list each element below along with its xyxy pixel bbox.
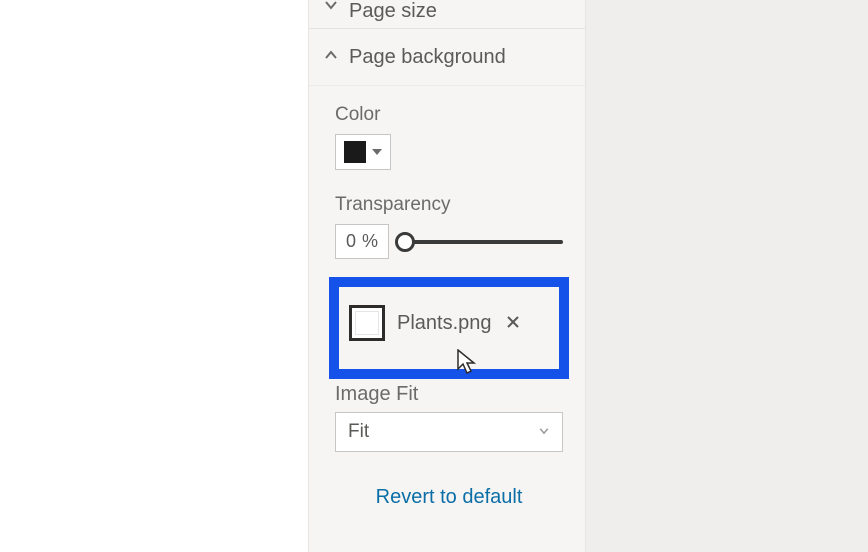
image-fit-label: Image Fit xyxy=(335,383,563,406)
transparency-label: Transparency xyxy=(335,194,563,216)
image-file-row[interactable]: Plants.png xyxy=(329,277,569,379)
section-header-page-background[interactable]: Page background xyxy=(309,29,585,86)
section-body-page-background: Color Transparency 0 % xyxy=(309,86,585,529)
section-title-page-size: Page size xyxy=(349,0,437,23)
right-empty-area xyxy=(586,0,868,552)
transparency-input[interactable]: 0 % xyxy=(335,224,389,259)
chevron-down-icon xyxy=(323,0,339,19)
transparency-value: 0 xyxy=(346,231,356,252)
remove-image-button[interactable] xyxy=(506,313,520,334)
color-picker[interactable] xyxy=(335,134,391,170)
transparency-slider[interactable] xyxy=(403,232,563,252)
section-header-page-size[interactable]: Page size xyxy=(309,0,585,29)
chevron-down-icon xyxy=(538,421,550,443)
slider-thumb[interactable] xyxy=(395,232,415,252)
slider-track xyxy=(403,240,563,244)
image-fit-select[interactable]: Fit xyxy=(335,412,563,452)
chevron-up-icon xyxy=(323,46,339,69)
color-label: Color xyxy=(335,104,563,126)
image-fit-value: Fit xyxy=(348,421,369,443)
format-pane: Page size Page background Color Transpar… xyxy=(308,0,586,552)
image-thumbnail-icon xyxy=(349,305,385,341)
revert-to-default-link[interactable]: Revert to default xyxy=(335,486,563,519)
transparency-unit: % xyxy=(362,231,378,252)
caret-down-icon xyxy=(372,149,382,155)
color-swatch xyxy=(344,141,366,163)
image-file-name: Plants.png xyxy=(397,312,492,335)
section-title-page-background: Page background xyxy=(349,46,506,69)
mouse-cursor-icon xyxy=(457,349,477,380)
